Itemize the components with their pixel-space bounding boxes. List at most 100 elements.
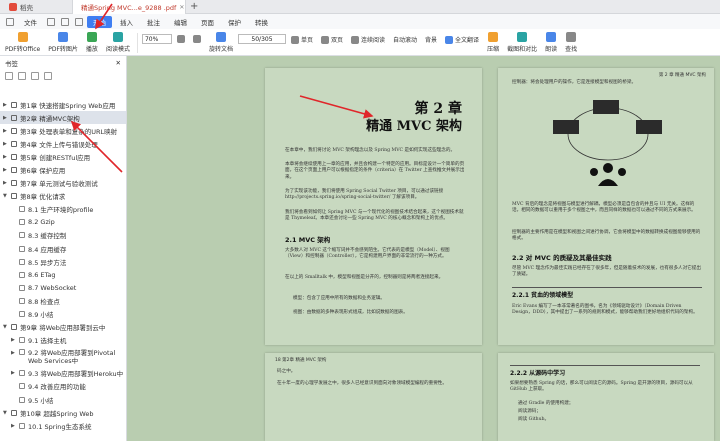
rotate-button[interactable]: 旋转文档 — [206, 31, 236, 54]
bookmark-item[interactable]: ▶ 10.1 Spring生态系统 — [0, 419, 126, 432]
chevron-right-icon[interactable]: ▶ — [11, 349, 19, 357]
expand-all-icon[interactable] — [5, 72, 13, 80]
bookmark-item[interactable]: ▼ 第9章 将Web应用部署到云中 — [0, 321, 126, 334]
chevron-right-icon[interactable]: ▶ — [3, 115, 11, 121]
undo-icon[interactable] — [75, 17, 83, 26]
chevron-right-icon[interactable]: ▶ — [11, 423, 19, 429]
play-button[interactable]: 播放 — [83, 31, 101, 54]
read-aloud-button[interactable]: 朗读 — [542, 31, 560, 54]
close-sidebar-icon[interactable]: ✕ — [116, 59, 121, 67]
bookmark-item[interactable]: ▼ 第10章 超越Spring Web — [0, 406, 126, 419]
bookmark-item[interactable]: ▶ 第1章 快速搭建Spring Web应用 — [0, 98, 126, 111]
reading-mode-button[interactable]: 阅读模式 — [103, 31, 133, 54]
chevron-right-icon[interactable]: ▶ — [3, 167, 11, 173]
print-icon[interactable] — [61, 17, 69, 26]
menu-convert[interactable]: 转换 — [249, 16, 274, 28]
bookmark-item[interactable]: ▶ 9.3 将Web应用部署到Heroku中 — [0, 367, 126, 380]
bookmark-item[interactable]: 8.9 小结 — [0, 308, 126, 321]
bookmark-label: 第7章 单元测试与验收测试 — [20, 180, 98, 189]
bookmark-item[interactable]: ▼ 第8章 优化请求 — [0, 190, 126, 203]
paragraph: 码之中。 — [277, 369, 296, 374]
bookmark-item[interactable]: 8.1 生产环境的profile — [0, 203, 126, 216]
chevron-right-icon[interactable]: ▶ — [3, 128, 11, 134]
section-heading: 2.1 MVC 架构 — [285, 236, 331, 244]
bookmark-item[interactable]: 8.7 WebSocket — [0, 281, 126, 294]
menu-protect[interactable]: 保护 — [222, 16, 247, 28]
pdf-to-office-button[interactable]: PDF转Office — [2, 31, 43, 54]
bookmark-item[interactable]: 8.4 应用缓存 — [0, 242, 126, 255]
compress-button[interactable]: 压缩 — [484, 31, 502, 54]
pdf-to-image-button[interactable]: PDF转图片 — [45, 31, 81, 54]
bookmark-icon — [19, 206, 25, 213]
zoom-in-button[interactable] — [174, 31, 188, 44]
bookmark-item[interactable]: 9.4 改善应用的功能 — [0, 380, 126, 393]
menu-comment[interactable]: 批注 — [141, 16, 166, 28]
chevron-down-icon[interactable]: ▼ — [3, 193, 11, 199]
screenshot-compare-button[interactable]: 截图和对比 — [504, 31, 540, 54]
zoom-select[interactable]: 70% — [141, 34, 172, 44]
paragraph: 大多数人对 MVC 这个缩写词并不会感到陌生。它代表的是模型（Model）、视图… — [285, 248, 450, 260]
bookmark-icon — [19, 337, 25, 344]
bookmark-label: 第3章 处理表单和复杂的URL映射 — [20, 127, 118, 136]
double-page-button[interactable]: 双页 — [318, 31, 346, 45]
add-bookmark-icon[interactable] — [31, 72, 39, 80]
bookmark-item[interactable]: ▶ 第2章 精通MVC架构 — [0, 111, 126, 125]
screenshot-icon — [517, 32, 528, 42]
rotate-icon — [215, 32, 226, 42]
bookmark-item[interactable]: 8.8 检查点 — [0, 294, 126, 307]
background-button[interactable]: 背景 — [422, 31, 440, 45]
menu-edit[interactable]: 编辑 — [168, 16, 193, 28]
page-indicator[interactable]: 50/305 — [237, 34, 286, 44]
menu-page[interactable]: 页面 — [195, 16, 220, 28]
chevron-right-icon[interactable]: ▶ — [11, 337, 19, 343]
bookmark-item[interactable]: ▶ 第6章 保护应用 — [0, 163, 126, 176]
bookmark-item[interactable]: 9.5 小结 — [0, 393, 126, 406]
translate-icon — [445, 35, 454, 44]
bookmark-icon — [11, 101, 17, 108]
translate-button[interactable]: 全文翻译 — [442, 31, 482, 45]
bookmark-item[interactable]: ▶ 第5章 创建RESTful应用 — [0, 150, 126, 163]
zoom-out-button[interactable] — [190, 31, 204, 44]
close-tab-icon[interactable]: ✕ — [179, 4, 184, 11]
controller-box — [593, 100, 619, 114]
bookmark-item[interactable]: ▶ 9.1 选择主机 — [0, 334, 126, 347]
tab-home[interactable]: 稻壳 — [4, 0, 64, 14]
find-button[interactable]: 查找 — [562, 31, 580, 54]
new-tab-button[interactable]: + — [190, 1, 198, 12]
bookmark-item[interactable]: ▶ 第7章 单元测试与验收测试 — [0, 177, 126, 190]
delete-bookmark-icon[interactable] — [44, 72, 52, 80]
chevron-right-icon[interactable]: ▶ — [3, 180, 11, 186]
chevron-down-icon[interactable]: ▼ — [3, 410, 11, 416]
single-page-button[interactable]: 单页 — [288, 31, 316, 45]
double-page-icon — [320, 35, 329, 44]
chevron-right-icon[interactable]: ▶ — [11, 370, 19, 376]
document-view[interactable]: 第 2 章 精通 MVC 架构 在本章中，我们将讨论 MVC 架构理念以及 Sp… — [127, 56, 720, 441]
continuous-button[interactable]: 连续阅读 — [348, 31, 388, 45]
chevron-right-icon[interactable]: ▶ — [3, 102, 11, 108]
menu-file[interactable]: 文件 — [18, 16, 43, 28]
bookmark-item[interactable]: ▶ 第3章 处理表单和复杂的URL映射 — [0, 124, 126, 137]
collapse-all-icon[interactable] — [18, 72, 26, 80]
zoom-in-icon — [176, 35, 185, 43]
bookmark-icon — [19, 271, 25, 278]
tab-pdf-document[interactable]: 精通Spring MVC...e_9288 .pdf ✕ — [72, 0, 186, 14]
save-icon[interactable] — [47, 17, 55, 26]
bookmark-item[interactable]: ▶ 9.2 将Web应用部署到Pivotal Web Services中 — [0, 347, 126, 367]
bookmark-item[interactable]: 8.6 ETag — [0, 268, 126, 281]
bookmark-item[interactable]: 8.3 缓存控制 — [0, 229, 126, 242]
bookmark-item[interactable]: 8.2 Gzip — [0, 216, 126, 229]
bookmark-item[interactable]: ▶ 第4章 文件上传与错误处理 — [0, 137, 126, 150]
pdf-page: 2.2.2 从源码中学习 如果想要熟悉 Spring 的话，那么可以阅读它的源码… — [498, 353, 714, 441]
user-icon — [603, 163, 613, 173]
auto-scroll-button[interactable]: 自动滚动 — [390, 31, 420, 45]
bookmark-item[interactable]: 8.5 异步方法 — [0, 255, 126, 268]
bookmark-label: 8.4 应用缓存 — [28, 245, 67, 254]
chevron-right-icon[interactable]: ▶ — [3, 154, 11, 160]
menu-start[interactable]: 开始 — [87, 15, 112, 28]
continuous-icon — [351, 35, 359, 44]
daoke-icon — [9, 3, 17, 11]
chevron-down-icon[interactable]: ▼ — [3, 324, 11, 330]
menu-insert[interactable]: 插入 — [114, 16, 139, 28]
chevron-right-icon[interactable]: ▶ — [3, 141, 11, 147]
menu-icon[interactable] — [6, 17, 14, 26]
